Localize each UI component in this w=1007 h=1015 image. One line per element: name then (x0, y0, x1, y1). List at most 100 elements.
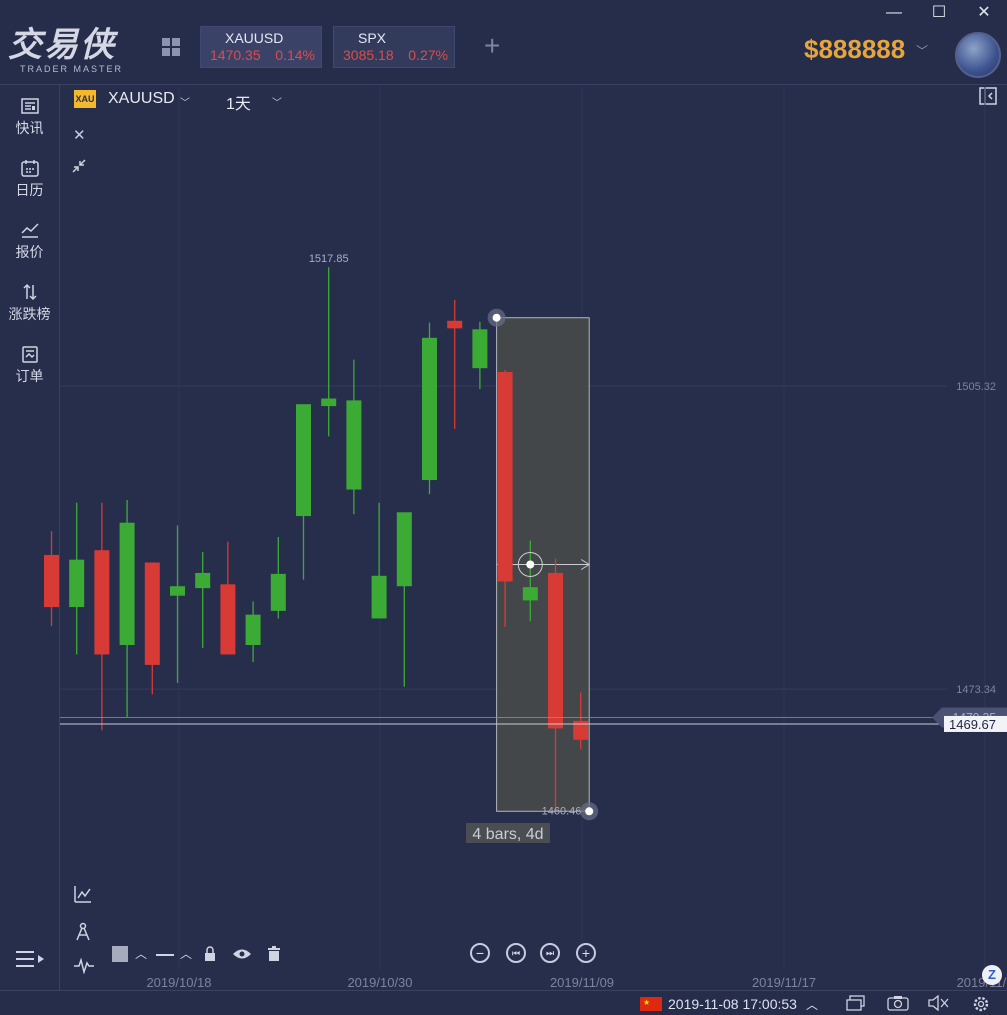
collapse-icon[interactable] (70, 157, 88, 175)
account-balance[interactable]: $888888 (804, 34, 905, 65)
zoom-in-button[interactable]: + (576, 943, 596, 963)
tab-price: 1470.35 (210, 47, 261, 63)
close-icon[interactable]: ✕ (73, 126, 86, 144)
sidebar-item-ranking[interactable]: 涨跌榜 (0, 273, 59, 329)
menu-icon[interactable] (14, 948, 46, 970)
status-bar: ★ 2019-11-08 17:00:53 ︿ (0, 990, 1007, 1015)
sidebar-item-order[interactable]: 订单 (0, 335, 59, 391)
measure-handle (585, 807, 594, 816)
candle-body (119, 522, 135, 645)
tab-change: 0.27% (408, 47, 448, 63)
candle-body (195, 572, 211, 589)
quote-icon (20, 223, 39, 238)
close-button[interactable]: ✕ (972, 2, 996, 24)
low-price-label: 1460.46 (542, 805, 582, 817)
candle-body (573, 720, 589, 740)
panel-toggle-icon[interactable] (979, 87, 997, 105)
eye-icon[interactable] (232, 948, 252, 960)
minimize-button[interactable]: — (882, 2, 906, 24)
chevron-up-icon[interactable]: ︿ (180, 945, 192, 962)
candle-body (270, 573, 286, 611)
chevron-down-icon[interactable]: ﹀ (916, 42, 928, 59)
measure-handle-halo (580, 802, 599, 821)
candle-body (422, 337, 437, 481)
drawing-tool-icon[interactable] (73, 920, 93, 942)
z-logo-icon[interactable]: Z (982, 965, 1002, 985)
candlestick-chart[interactable]: 1505.32 1473.34 2019/10/18 2019/10/30 2019/1… (0, 0, 1007, 1014)
sidebar-item-calendar[interactable]: 日历 (0, 149, 59, 205)
sidebar-item-label: 快讯 (15, 120, 44, 136)
trash-icon[interactable] (267, 946, 281, 962)
measure-handle (492, 313, 501, 322)
current-price-tag (932, 707, 1007, 728)
top-bar: 交易侠 TRADER MASTER XAUUSD 1470.35 0.14% S… (0, 0, 1007, 85)
measure-area (496, 317, 590, 812)
tab-symbol: XAUUSD (225, 30, 284, 46)
mute-icon[interactable] (928, 995, 950, 1011)
x-tick-label: 2019/11/17 (752, 975, 816, 990)
measure-arrow-head (580, 559, 591, 570)
candles (44, 267, 589, 812)
chevron-down-icon[interactable]: ﹀ (180, 94, 190, 109)
window-layout-icon[interactable] (846, 995, 866, 1011)
sidebar-item-quote[interactable]: 报价 (0, 211, 59, 267)
order-icon (21, 346, 38, 363)
measure-center-ring (517, 551, 543, 577)
candle-body (522, 587, 538, 601)
candle-body (321, 398, 337, 407)
status-datetime: 2019-11-08 17:00:53 (668, 996, 797, 1012)
candle-body (94, 550, 110, 655)
tab-price: 3085.18 (343, 47, 394, 63)
chart-grid (60, 86, 986, 970)
high-price-label: 1517.85 (309, 253, 349, 265)
candle-body (220, 584, 236, 655)
line-style-icon[interactable] (156, 954, 174, 956)
crosshair-price-label: 1469.67 (949, 717, 996, 732)
indicator-icon[interactable] (73, 884, 93, 904)
apps-grid-icon[interactable] (162, 38, 182, 58)
calendar-icon (20, 160, 39, 177)
candle-body (396, 512, 412, 587)
candle-body (371, 575, 387, 619)
tab-change: 0.14% (275, 47, 315, 63)
jump-end-button[interactable]: ⏭ (540, 943, 560, 963)
add-tab-button[interactable]: + (484, 30, 500, 62)
color-swatch[interactable] (112, 946, 128, 962)
maximize-button[interactable]: ☐ (927, 2, 951, 24)
app-logo: 交易侠 TRADER MASTER (8, 26, 138, 76)
sidebar-item-news[interactable]: 快讯 (0, 87, 59, 143)
news-icon (20, 98, 39, 114)
chevron-up-icon[interactable]: ︿ (135, 945, 147, 962)
sidebar-item-label: 报价 (15, 244, 44, 260)
lock-icon[interactable] (203, 946, 217, 962)
measure-label: 4 bars, 4d (472, 826, 543, 843)
waveform-icon[interactable] (73, 958, 95, 974)
candle-body (346, 400, 362, 490)
zoom-out-button[interactable]: − (470, 943, 490, 963)
gear-icon[interactable] (972, 995, 990, 1013)
sidebar-item-label: 日历 (15, 182, 44, 198)
avatar[interactable] (955, 32, 1001, 78)
candle-body (296, 404, 311, 517)
sidebar-item-label: 涨跌榜 (8, 306, 51, 322)
jump-start-button[interactable]: ⏮ (506, 943, 526, 963)
sidebar-item-label: 订单 (15, 368, 44, 384)
candle-body (245, 614, 261, 645)
candle-body (548, 572, 563, 729)
camera-icon[interactable] (887, 995, 909, 1011)
tab-xauusd[interactable]: XAUUSD 1470.35 0.14% (200, 26, 322, 68)
candle-body (472, 329, 488, 369)
logo-text: 交易侠 (8, 25, 116, 65)
measure-handle-halo (487, 308, 506, 327)
ranking-icon (22, 283, 37, 301)
chevron-up-icon[interactable]: ︿ (806, 996, 818, 1013)
candle-body (447, 320, 463, 329)
measure-tool (496, 317, 591, 812)
chevron-down-icon[interactable]: ﹀ (272, 94, 282, 109)
y-tick-label: 1473.34 (956, 684, 996, 696)
interval-selector[interactable]: 1天 (226, 90, 251, 114)
candle-body (170, 586, 185, 596)
tab-spx[interactable]: SPX 3085.18 0.27% (333, 26, 455, 68)
candle-body (497, 371, 513, 582)
symbol-selector[interactable]: XAUUSD (108, 90, 175, 108)
